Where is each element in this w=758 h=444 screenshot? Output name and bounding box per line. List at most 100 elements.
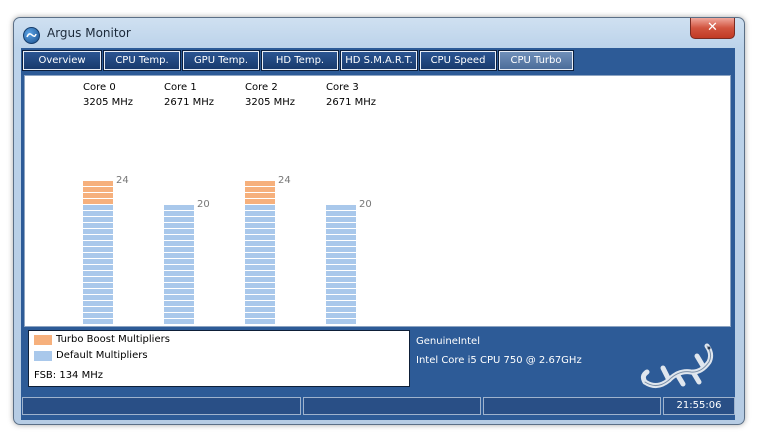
- default-multiplier-segment: [245, 301, 275, 306]
- title-bar[interactable]: Argus Monitor ✕: [14, 18, 744, 48]
- cpu-model: Intel Core i5 CPU 750 @ 2.67GHz: [416, 355, 582, 366]
- core-1-multiplier-bar: [164, 204, 194, 324]
- argus-logo-icon: [23, 27, 40, 44]
- tab-cpu-speed[interactable]: CPU Speed: [419, 50, 497, 71]
- tab-hd-temp[interactable]: HD Temp.: [261, 50, 339, 71]
- default-multiplier-segment: [83, 265, 113, 270]
- default-multiplier-segment: [326, 247, 356, 252]
- default-multiplier-segment: [83, 271, 113, 276]
- tab-cpu-turbo[interactable]: CPU Turbo: [498, 50, 574, 71]
- default-multiplier-segment: [326, 307, 356, 312]
- status-pane-2: [303, 397, 481, 415]
- turbo-multiplier-segment: [245, 193, 275, 198]
- default-multiplier-segment: [326, 205, 356, 210]
- tab-gpu-temp[interactable]: GPU Temp.: [182, 50, 260, 71]
- default-multiplier-segment: [83, 241, 113, 246]
- default-multiplier-segment: [164, 211, 194, 216]
- default-multiplier-segment: [326, 295, 356, 300]
- core-1-header: Core 1 2671 MHz: [164, 80, 214, 110]
- default-multiplier-segment: [245, 259, 275, 264]
- default-multiplier-segment: [83, 235, 113, 240]
- default-multiplier-segment: [83, 253, 113, 258]
- default-multiplier-segment: [245, 307, 275, 312]
- core-2-speed: 3205 MHz: [245, 97, 296, 108]
- default-multiplier-segment: [245, 295, 275, 300]
- cpu-turbo-panel: Core 0 3205 MHz Core 1 2671 MHz Core 2 3…: [24, 75, 731, 327]
- default-multiplier-segment: [245, 283, 275, 288]
- core-1-speed: 2671 MHz: [164, 97, 215, 108]
- default-multiplier-segment: [83, 289, 113, 294]
- default-multiplier-segment: [164, 289, 194, 294]
- core-2-multiplier-bar: [245, 180, 275, 324]
- default-multiplier-segment: [245, 289, 275, 294]
- turbo-multiplier-segment: [245, 181, 275, 186]
- tab-overview[interactable]: Overview: [22, 50, 102, 71]
- core-0-name: Core 0: [83, 82, 116, 93]
- window-title: Argus Monitor: [47, 26, 131, 40]
- default-multiplier-segment: [83, 211, 113, 216]
- default-multiplier-segment: [326, 217, 356, 222]
- default-multiplier-segment: [245, 229, 275, 234]
- default-multiplier-segment: [83, 295, 113, 300]
- legend-box: Turbo Boost Multipliers Default Multipli…: [28, 330, 410, 387]
- default-multiplier-segment: [164, 229, 194, 234]
- default-multiplier-segment: [245, 319, 275, 324]
- default-multiplier-segment: [83, 229, 113, 234]
- default-legend-label: Default Multipliers: [56, 350, 148, 361]
- tab-cpu-temp[interactable]: CPU Temp.: [103, 50, 181, 71]
- default-multiplier-segment: [326, 229, 356, 234]
- gecko-logo: [639, 336, 719, 395]
- default-multiplier-segment: [326, 253, 356, 258]
- default-multiplier-segment: [164, 265, 194, 270]
- default-multiplier-segment: [245, 205, 275, 210]
- core-2-multiplier-value: 24: [278, 175, 291, 186]
- status-clock: 21:55:06: [663, 397, 735, 415]
- fsb-label: FSB: 134 MHz: [34, 370, 103, 381]
- main-area: Overview CPU Temp. GPU Temp. HD Temp. HD…: [21, 48, 735, 420]
- turbo-multiplier-segment: [83, 181, 113, 186]
- default-multiplier-segment: [245, 235, 275, 240]
- default-multiplier-segment: [164, 223, 194, 228]
- default-multiplier-segment: [245, 313, 275, 318]
- default-multiplier-segment: [164, 259, 194, 264]
- default-multiplier-segment: [83, 205, 113, 210]
- default-multiplier-segment: [164, 295, 194, 300]
- core-3-name: Core 3: [326, 82, 359, 93]
- default-multiplier-segment: [326, 241, 356, 246]
- default-multiplier-segment: [83, 283, 113, 288]
- default-multiplier-segment: [164, 283, 194, 288]
- core-2-name: Core 2: [245, 82, 278, 93]
- default-multiplier-segment: [326, 283, 356, 288]
- default-multiplier-segment: [83, 277, 113, 282]
- default-multiplier-segment: [164, 235, 194, 240]
- cpu-vendor: GenuineIntel: [416, 336, 480, 347]
- default-multiplier-segment: [164, 301, 194, 306]
- tab-hd-smart[interactable]: HD S.M.A.R.T.: [340, 50, 418, 71]
- default-multiplier-segment: [164, 271, 194, 276]
- turbo-multiplier-segment: [83, 193, 113, 198]
- default-swatch: [34, 351, 52, 361]
- status-pane-3: [483, 397, 661, 415]
- default-multiplier-segment: [326, 319, 356, 324]
- default-multiplier-segment: [164, 277, 194, 282]
- core-3-header: Core 3 2671 MHz: [326, 80, 376, 110]
- default-multiplier-segment: [326, 223, 356, 228]
- default-multiplier-segment: [326, 301, 356, 306]
- default-multiplier-segment: [164, 307, 194, 312]
- default-multiplier-segment: [164, 241, 194, 246]
- default-multiplier-segment: [245, 223, 275, 228]
- default-multiplier-segment: [164, 205, 194, 210]
- core-0-header: Core 0 3205 MHz: [83, 80, 133, 110]
- core-3-multiplier-bar: [326, 204, 356, 324]
- default-multiplier-segment: [245, 247, 275, 252]
- close-button[interactable]: ✕: [690, 18, 735, 39]
- default-multiplier-segment: [245, 217, 275, 222]
- core-0-multiplier-value: 24: [116, 175, 129, 186]
- default-multiplier-segment: [326, 259, 356, 264]
- default-multiplier-segment: [83, 247, 113, 252]
- core-2-header: Core 2 3205 MHz: [245, 80, 295, 110]
- app-window: Argus Monitor ✕ Overview CPU Temp. GPU T…: [13, 17, 745, 425]
- default-multiplier-segment: [245, 277, 275, 282]
- turbo-legend-label: Turbo Boost Multipliers: [56, 334, 170, 345]
- turbo-multiplier-segment: [245, 199, 275, 204]
